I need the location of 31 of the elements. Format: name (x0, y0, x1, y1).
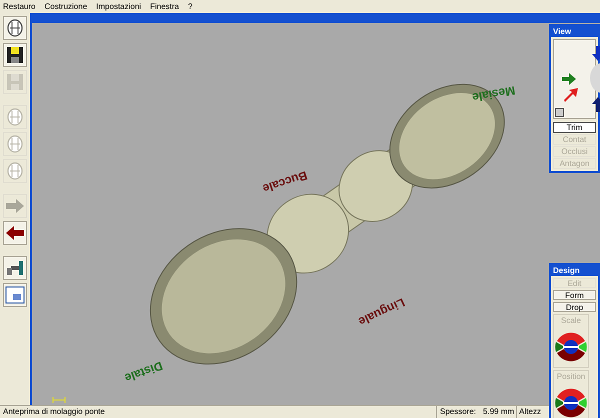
control-label: Position (556, 371, 586, 383)
toolbar-button[interactable] (3, 256, 27, 280)
toolbar-button[interactable] (3, 221, 27, 245)
toolbar-button[interactable] (3, 283, 27, 307)
menu-item[interactable]: ? (188, 0, 192, 12)
toolbar-button[interactable] (3, 16, 27, 40)
panel-title: View (551, 26, 598, 37)
right-arrow-icon (5, 198, 25, 214)
axis-icon (52, 397, 66, 403)
orientation-label: Mesiale (470, 82, 517, 107)
toolbar-button[interactable] (3, 43, 27, 67)
panel-title: Design (551, 265, 598, 276)
status-message: Anteprima di molaggio ponte (2, 406, 106, 418)
expand-icon[interactable] (555, 108, 564, 117)
view-orientation-drawing (560, 44, 600, 114)
orientation-label: Buccale (260, 167, 310, 198)
menu-item[interactable]: Impostazioni (96, 0, 142, 12)
orientation-label: Distale (122, 358, 166, 388)
menu-item[interactable]: Restauro (3, 0, 36, 12)
tool-icon (5, 259, 25, 277)
menu-item[interactable]: Costruzione (44, 0, 88, 12)
thickness-label: Spessore: (436, 406, 480, 418)
thickness-value: 5.99 mm (483, 406, 516, 418)
menu-item[interactable]: Finestra (150, 0, 179, 12)
panel-button[interactable]: Form (553, 290, 596, 300)
left-arrow-icon (5, 225, 25, 241)
panel-button[interactable]: Trim (553, 122, 596, 133)
panel-button[interactable]: Drop (553, 302, 596, 312)
height-label: Altezz (516, 406, 543, 418)
control-label: Scale (560, 315, 581, 327)
window-icon (5, 286, 25, 304)
